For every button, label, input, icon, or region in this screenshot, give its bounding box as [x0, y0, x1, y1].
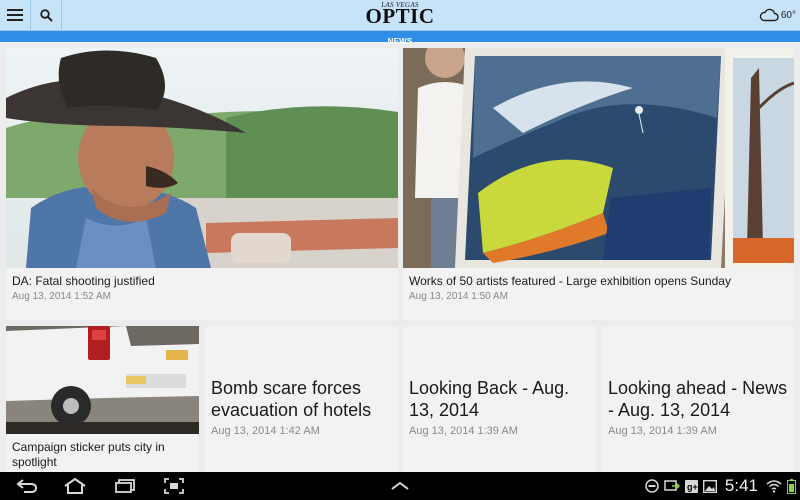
article-card[interactable]: Looking ahead - News - Aug. 13, 2014 Aug… [602, 326, 794, 472]
svg-text:g+: g+ [687, 482, 698, 492]
back-button[interactable] [14, 475, 40, 497]
site-logo[interactable]: LAS VEGAS OPTIC [360, 2, 440, 28]
article-title: Bomb scare forces evacuation of hotels [211, 378, 372, 420]
do-not-disturb-icon [645, 479, 659, 493]
section-title: NEWS [387, 37, 413, 46]
article-card[interactable]: Bomb scare forces evacuation of hotels A… [205, 326, 398, 472]
article-card[interactable]: DA: Fatal shooting justified Aug 13, 201… [6, 48, 398, 320]
recent-apps-button[interactable] [112, 475, 138, 497]
menu-button[interactable] [0, 0, 31, 30]
status-area[interactable]: g+ 5:41 [645, 475, 796, 497]
article-date: Aug 13, 2014 1:52 AM [12, 291, 111, 302]
recent-apps-icon [115, 479, 135, 493]
article-date: Aug 13, 2014 1:42 AM [211, 425, 320, 437]
sync-icon [664, 480, 680, 491]
logo-title: OPTIC [365, 4, 435, 28]
white-truck-photo [6, 326, 199, 434]
section-bar: NEWS [0, 31, 800, 46]
search-icon [39, 8, 53, 22]
screenshot-icon [164, 478, 184, 494]
article-date: Aug 13, 2014 1:39 AM [409, 425, 518, 437]
temperature-label: 60° [780, 9, 796, 21]
screenshot-button[interactable] [162, 475, 186, 497]
cowboy-hat-man-photo [6, 48, 398, 268]
expand-up-button[interactable] [388, 475, 412, 497]
article-date: Aug 13, 2014 1:50 AM [409, 291, 508, 302]
artist-painting-photo [403, 48, 794, 268]
home-button[interactable] [61, 475, 89, 497]
clock: 5:41 [724, 476, 758, 495]
wifi-icon [766, 480, 782, 493]
article-date: Aug 13, 2014 1:39 AM [608, 425, 717, 437]
article-card[interactable]: Works of 50 artists featured - Large exh… [403, 48, 794, 320]
article-card[interactable]: Looking Back - Aug. 13, 2014 Aug 13, 201… [403, 326, 596, 472]
cloud-icon [759, 8, 779, 22]
up-arrow-icon [391, 481, 409, 490]
weather-widget[interactable]: 60° [759, 6, 796, 24]
gallery-icon [702, 479, 717, 493]
top-app-bar: LAS VEGAS OPTIC 60° [0, 0, 800, 31]
article-title: Looking ahead - News - Aug. 13, 2014 [608, 378, 788, 420]
google-plus-icon: g+ [684, 479, 698, 493]
article-title: Looking Back - Aug. 13, 2014 [409, 378, 570, 420]
article-card[interactable]: Campaign sticker puts city in spotlight [6, 326, 199, 472]
hamburger-menu-icon [7, 9, 23, 21]
article-title: Campaign sticker puts city in spotlight [12, 440, 165, 469]
search-button[interactable] [31, 0, 62, 30]
battery-icon [787, 478, 796, 494]
back-icon [16, 479, 38, 493]
article-title: Works of 50 artists featured - Large exh… [409, 274, 731, 288]
article-title: DA: Fatal shooting justified [12, 274, 155, 288]
home-icon [64, 478, 86, 494]
system-navigation-bar: g+ 5:41 [0, 472, 800, 500]
app-screen: LAS VEGAS OPTIC 60° NEWS DA: Fatal shoot… [0, 0, 800, 500]
